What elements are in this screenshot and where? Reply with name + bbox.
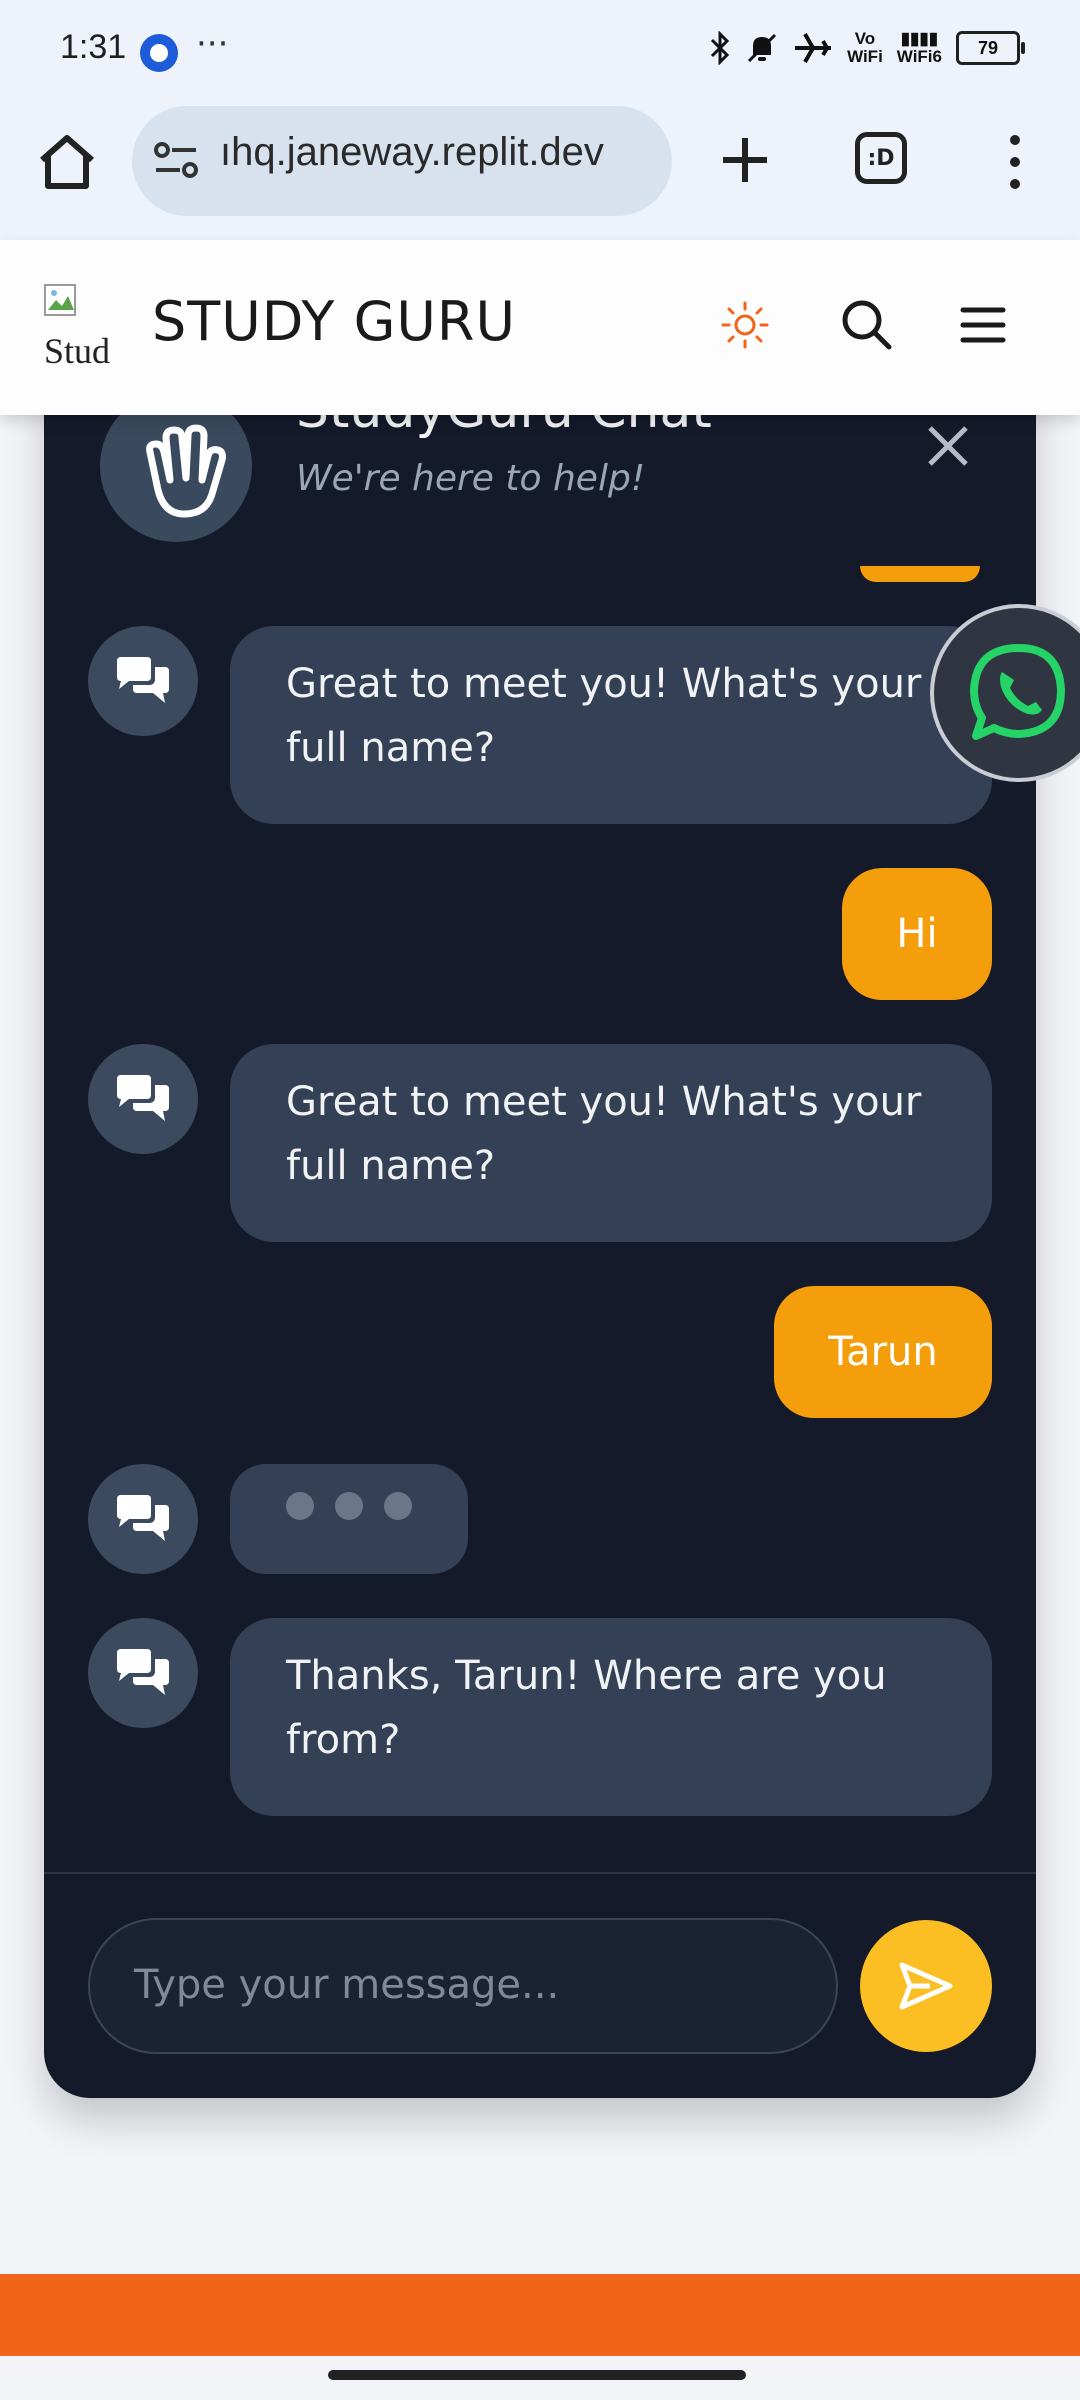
whatsapp-icon xyxy=(970,644,1065,740)
tab-switcher-button[interactable]: :D xyxy=(855,132,907,184)
message-input-placeholder[interactable]: Type your message... xyxy=(134,1962,559,2008)
bot-message-bubble: Great to meet you! What's your full name… xyxy=(230,626,992,824)
search-icon[interactable] xyxy=(838,296,894,352)
typing-dot xyxy=(384,1492,412,1520)
theme-toggle-sun-icon[interactable] xyxy=(720,300,770,350)
bot-avatar xyxy=(88,1618,198,1728)
hamburger-menu-icon[interactable] xyxy=(960,306,1006,344)
page-footer-bar xyxy=(0,2274,1080,2356)
bot-message-bubble: Thanks, Tarun! Where are you from? xyxy=(230,1618,992,1816)
wifi-signal-icon: ▮▮▮▮ WiFi6 xyxy=(896,29,942,66)
bot-message-bubble: Great to meet you! What's your full name… xyxy=(230,1044,992,1242)
gesture-handle[interactable] xyxy=(328,2370,746,2380)
chat-bubbles-icon xyxy=(117,1495,169,1541)
bot-avatar xyxy=(88,1044,198,1154)
mute-bell-icon xyxy=(748,33,777,63)
more-notifications-icon: ··· xyxy=(196,24,229,64)
typing-dot xyxy=(286,1492,314,1520)
battery-icon: 79 xyxy=(956,31,1025,65)
chat-bubbles-icon xyxy=(117,657,169,703)
site-settings-icon[interactable] xyxy=(152,140,202,180)
new-tab-icon[interactable] xyxy=(715,130,775,190)
chat-bubbles-icon xyxy=(117,1075,169,1121)
status-icons: Vo WiFi ▮▮▮▮ WiFi6 79 xyxy=(709,29,1025,66)
logo-alt-text[interactable]: Stud xyxy=(44,330,110,372)
browser-menu-icon[interactable] xyxy=(1000,132,1030,192)
chat-bubbles-icon xyxy=(117,1649,169,1695)
status-time: 1:31 xyxy=(60,28,127,66)
site-title[interactable]: STUDY GURU xyxy=(152,290,516,353)
close-icon[interactable] xyxy=(922,420,974,472)
airplane-mode-icon xyxy=(795,33,832,63)
vowifi-indicator: Vo WiFi xyxy=(847,29,883,66)
bot-avatar xyxy=(88,1464,198,1574)
bluetooth-icon xyxy=(711,31,730,65)
input-divider xyxy=(44,1872,1036,1874)
broken-image-icon xyxy=(44,284,76,316)
previous-user-bubble xyxy=(860,566,980,582)
typing-dot xyxy=(335,1492,363,1520)
user-message-bubble: Tarun xyxy=(774,1286,992,1418)
home-icon[interactable] xyxy=(32,128,102,198)
send-icon xyxy=(899,1962,953,2010)
bot-avatar xyxy=(88,626,198,736)
notification-app-icon xyxy=(140,34,178,72)
user-message-bubble: Hi xyxy=(842,868,992,1000)
chat-subtitle: We're here to help! xyxy=(296,458,646,499)
send-button[interactable] xyxy=(860,1920,992,2052)
url-text[interactable]: ıhq.janeway.replit.dev xyxy=(220,130,660,175)
